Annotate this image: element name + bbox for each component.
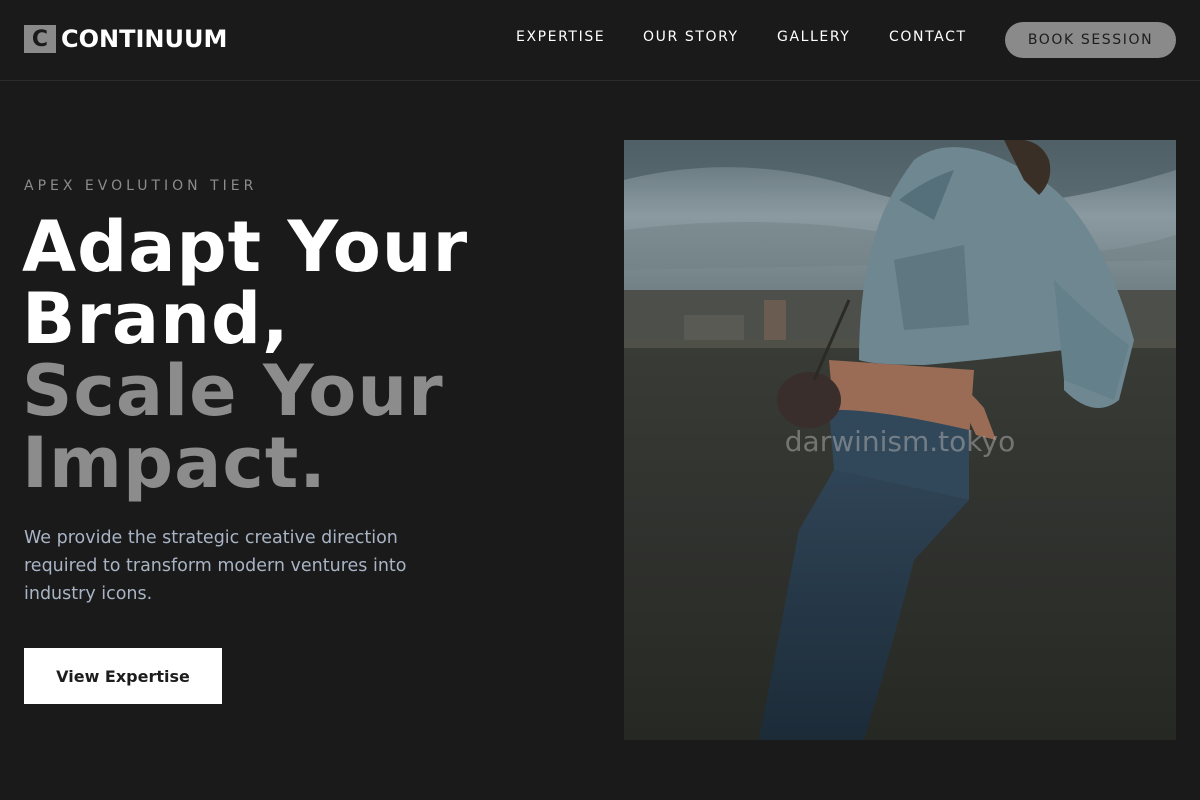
logo-text: CONTINUUM (61, 25, 228, 53)
logo-mark: C (24, 25, 56, 53)
book-session-button[interactable]: BOOK SESSION (1005, 22, 1176, 58)
headline-line-3: Scale Your (22, 350, 444, 432)
logo[interactable]: C CONTINUUM (24, 24, 227, 54)
hero-headline: Adapt Your Brand, Scale Your Impact. (22, 211, 468, 499)
hero-image: darwinism.tokyo (624, 140, 1176, 740)
nav-link-expertise[interactable]: EXPERTISE (516, 29, 605, 45)
nav-link-gallery[interactable]: GALLERY (777, 29, 850, 45)
headline-line-4: Impact. (22, 422, 327, 504)
nav-link-contact[interactable]: CONTACT (889, 29, 967, 45)
image-watermark: darwinism.tokyo (784, 425, 1016, 458)
site-header: C CONTINUUM EXPERTISE OUR STORY GALLERY … (0, 0, 1200, 81)
nav-link-our-story[interactable]: OUR STORY (643, 29, 739, 45)
hero-eyebrow: APEX EVOLUTION TIER (24, 178, 258, 194)
view-expertise-button[interactable]: View Expertise (24, 648, 222, 704)
hero-lead: We provide the strategic creative direct… (24, 528, 407, 604)
headline-line-1: Adapt Your (22, 206, 469, 288)
headline-line-2: Brand, (22, 278, 290, 360)
